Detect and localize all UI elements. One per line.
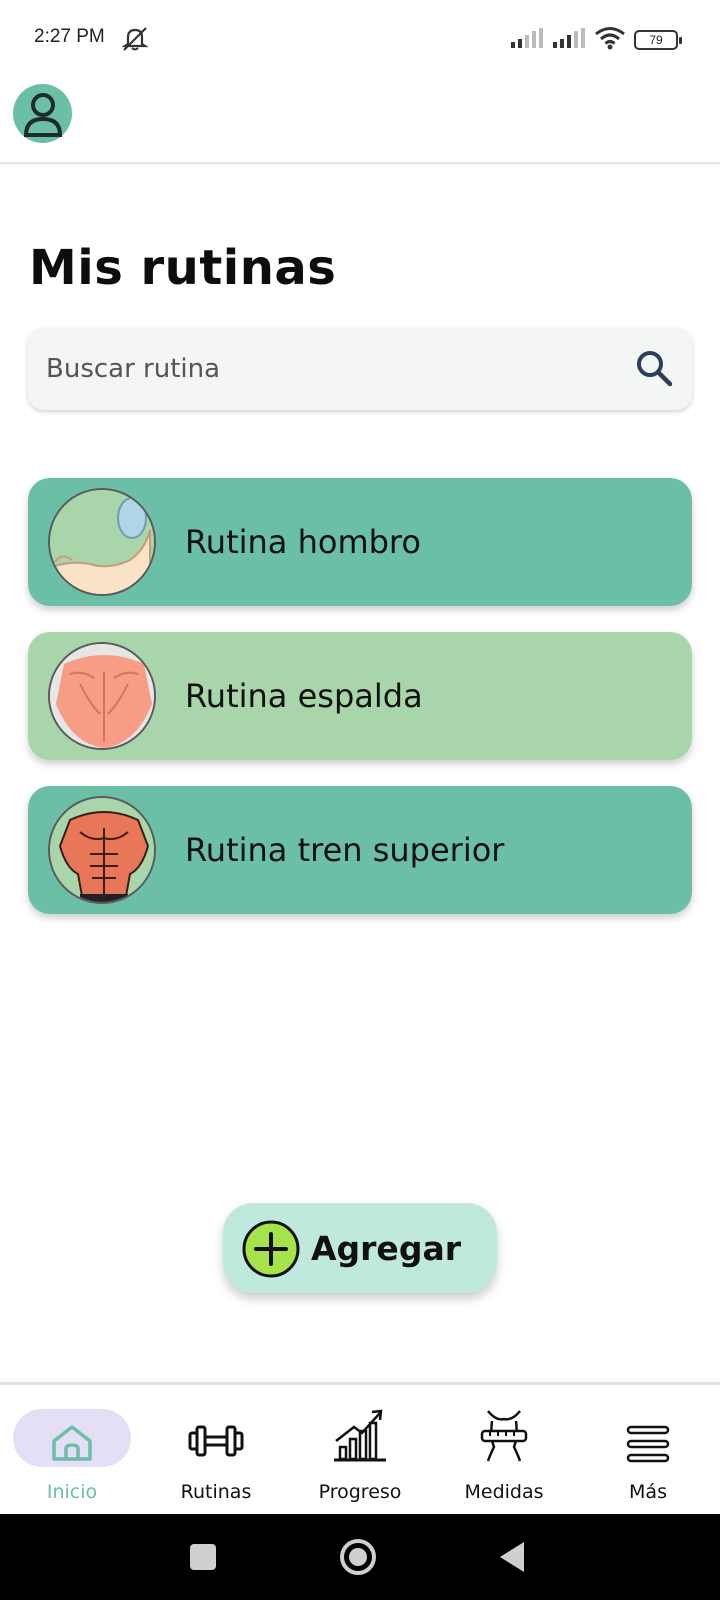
nav-item-rutinas[interactable]: Rutinas xyxy=(144,1385,288,1517)
add-routine-button[interactable]: Agregar xyxy=(223,1203,497,1293)
user-icon xyxy=(23,92,62,137)
nav-item-inicio[interactable]: Inicio xyxy=(0,1385,144,1517)
nav-label: Inicio xyxy=(46,1481,98,1503)
search-bar[interactable] xyxy=(28,328,692,410)
status-indicators: 79 xyxy=(510,26,682,54)
shoulder-thumbnail xyxy=(48,488,156,596)
nav-item-medidas[interactable]: Medidas xyxy=(432,1385,576,1517)
search-input[interactable] xyxy=(46,328,606,410)
nav-label: Más xyxy=(629,1481,667,1503)
profile-avatar[interactable] xyxy=(13,84,72,143)
search-icon[interactable] xyxy=(634,348,674,392)
routine-label: Rutina hombro xyxy=(185,523,421,561)
back-button[interactable] xyxy=(500,1542,524,1572)
battery-level: 79 xyxy=(649,33,663,47)
nav-item-mas[interactable]: Más xyxy=(576,1385,720,1517)
routine-card-tren-superior[interactable]: Rutina tren superior xyxy=(28,786,692,914)
measure-icon xyxy=(432,1407,576,1463)
nav-item-progreso[interactable]: Progreso xyxy=(288,1385,432,1517)
mute-icon xyxy=(120,26,150,56)
back-thumbnail xyxy=(48,642,156,750)
signal-icon-2 xyxy=(552,27,586,53)
routine-label: Rutina tren superior xyxy=(185,831,505,869)
page-title: Mis rutinas xyxy=(29,240,337,296)
dumbbell-icon xyxy=(144,1423,288,1459)
signal-icon xyxy=(510,27,544,53)
chart-icon xyxy=(288,1407,432,1463)
status-time: 2:27 PM xyxy=(34,26,105,47)
bottom-navigation: Inicio Rutinas Progreso Medidas Más xyxy=(0,1382,720,1514)
torso-thumbnail xyxy=(48,796,156,904)
nav-label: Progreso xyxy=(318,1481,402,1503)
routine-card-hombro[interactable]: Rutina hombro xyxy=(28,478,692,606)
nav-label: Medidas xyxy=(464,1481,544,1503)
system-navigation-bar xyxy=(0,1514,720,1600)
wifi-icon xyxy=(594,26,626,54)
home-icon xyxy=(0,1423,144,1463)
battery-icon: 79 xyxy=(634,30,682,50)
top-app-bar xyxy=(0,80,720,164)
plus-icon xyxy=(241,1219,301,1283)
menu-icon xyxy=(576,1425,720,1463)
status-bar: 2:27 PM 79 xyxy=(0,0,720,80)
nav-label: Rutinas xyxy=(180,1481,252,1503)
add-button-label: Agregar xyxy=(311,1228,461,1268)
home-button[interactable] xyxy=(340,1539,376,1575)
routine-card-espalda[interactable]: Rutina espalda xyxy=(28,632,692,760)
routine-label: Rutina espalda xyxy=(185,677,423,715)
recents-button[interactable] xyxy=(190,1544,216,1570)
